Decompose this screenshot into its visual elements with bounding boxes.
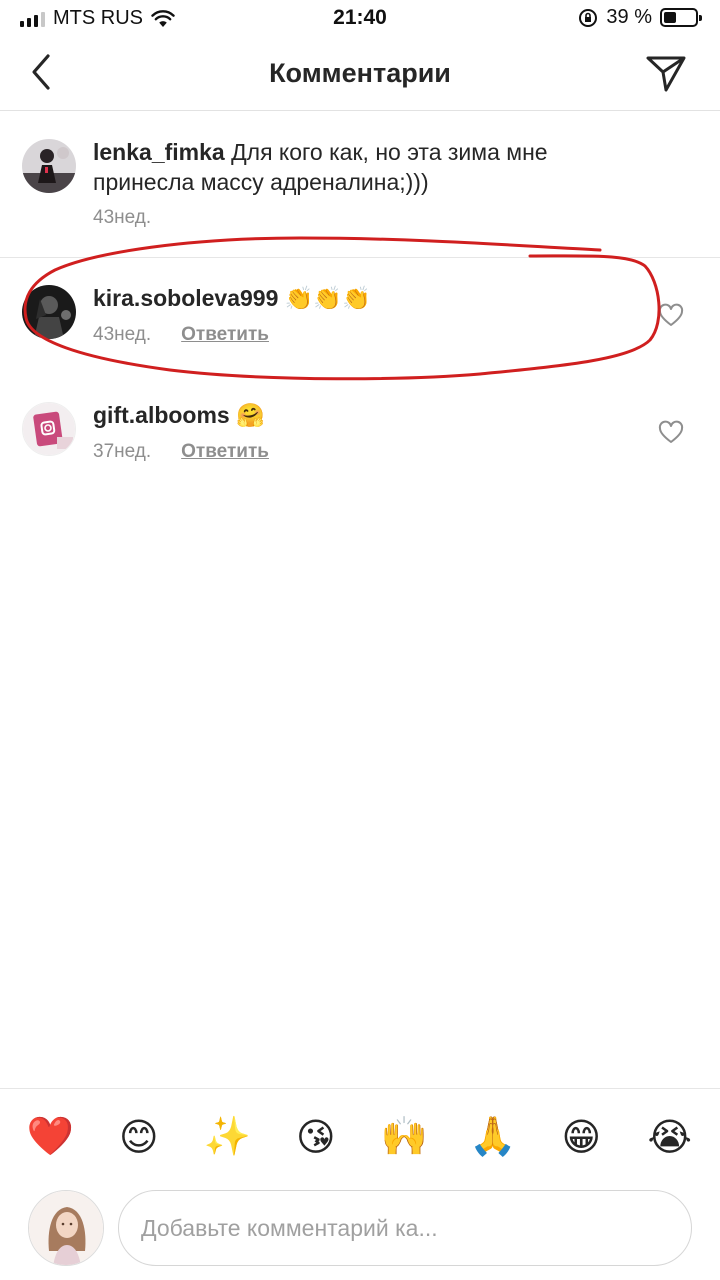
comment-body: lenka_fimka Для кого как, но эта зима мн… [93,137,650,229]
comment-item: gift.albooms 🤗 37нед. Ответить [0,400,720,480]
my-avatar-image [29,1191,103,1265]
header: Комментарии [0,38,720,111]
comment-item: lenka_fimka Для кого как, но эта зима мн… [0,137,720,258]
status-bar: MTS RUS 21:40 39 % [0,0,720,38]
comment-meta: 43нед. Ответить [93,324,650,346]
comment-meta: 43нед. [93,207,650,229]
comment-input[interactable] [118,1190,692,1266]
comment-username[interactable]: lenka_fimka [93,139,225,165]
battery-icon [660,8,702,27]
comment-text-block: gift.albooms 🤗 [93,400,650,431]
comment-composer [0,1186,720,1280]
battery-percent: 39 % [606,6,652,28]
comment-body: kira.soboleva999 👏👏👏 43нед. Ответить [93,283,650,346]
comment-item: kira.soboleva999 👏👏👏 43нед. Ответить [0,283,720,373]
orientation-lock-icon [579,8,598,27]
emoji-kiss[interactable]: 😘 [286,1107,346,1167]
emoji-bar: ❤️ 😊 ✨ 😘 🙌 🙏 😁 😭 [0,1088,720,1184]
avatar-image [22,285,76,339]
comment-text: 👏👏👏 [284,286,371,312]
battery-level [664,12,676,23]
emoji-sparkles[interactable]: ✨ [197,1107,257,1167]
page-title: Комментарии [269,58,451,88]
comment-text-block: lenka_fimka Для кого как, но эта зима мн… [93,137,650,197]
avatar[interactable] [22,402,76,456]
comment-body: gift.albooms 🤗 37нед. Ответить [93,400,650,463]
emoji-grin[interactable]: 😁 [551,1107,611,1167]
like-button[interactable] [658,420,684,446]
emoji-smile[interactable]: 😊 [109,1107,169,1167]
status-right: 39 % [578,6,702,29]
comment-time: 43нед. [93,207,152,228]
avatar-image [22,139,76,193]
comment-username[interactable]: kira.soboleva999 [93,285,278,311]
heart-icon [658,420,684,443]
heart-icon [658,303,684,326]
avatar-image [23,403,75,455]
comment-time: 37нед. [93,441,152,462]
reply-button[interactable]: Ответить [181,441,269,463]
comment-text-block: kira.soboleva999 👏👏👏 [93,283,650,314]
send-button[interactable] [644,52,688,96]
emoji-heart[interactable]: ❤️ [20,1107,80,1167]
emoji-raised-hands[interactable]: 🙌 [374,1107,434,1167]
comment-meta: 37нед. Ответить [93,441,650,463]
emoji-cry[interactable]: 😭 [640,1107,700,1167]
my-avatar[interactable] [28,1190,104,1266]
like-button[interactable] [658,303,684,329]
comment-username[interactable]: gift.albooms [93,402,230,428]
avatar[interactable] [22,139,76,193]
paper-plane-icon [646,56,686,92]
comment-text: 🤗 [236,403,265,429]
avatar[interactable] [22,285,76,339]
emoji-pray[interactable]: 🙏 [463,1107,523,1167]
comment-time: 43нед. [93,324,152,345]
reply-button[interactable]: Ответить [181,324,269,346]
